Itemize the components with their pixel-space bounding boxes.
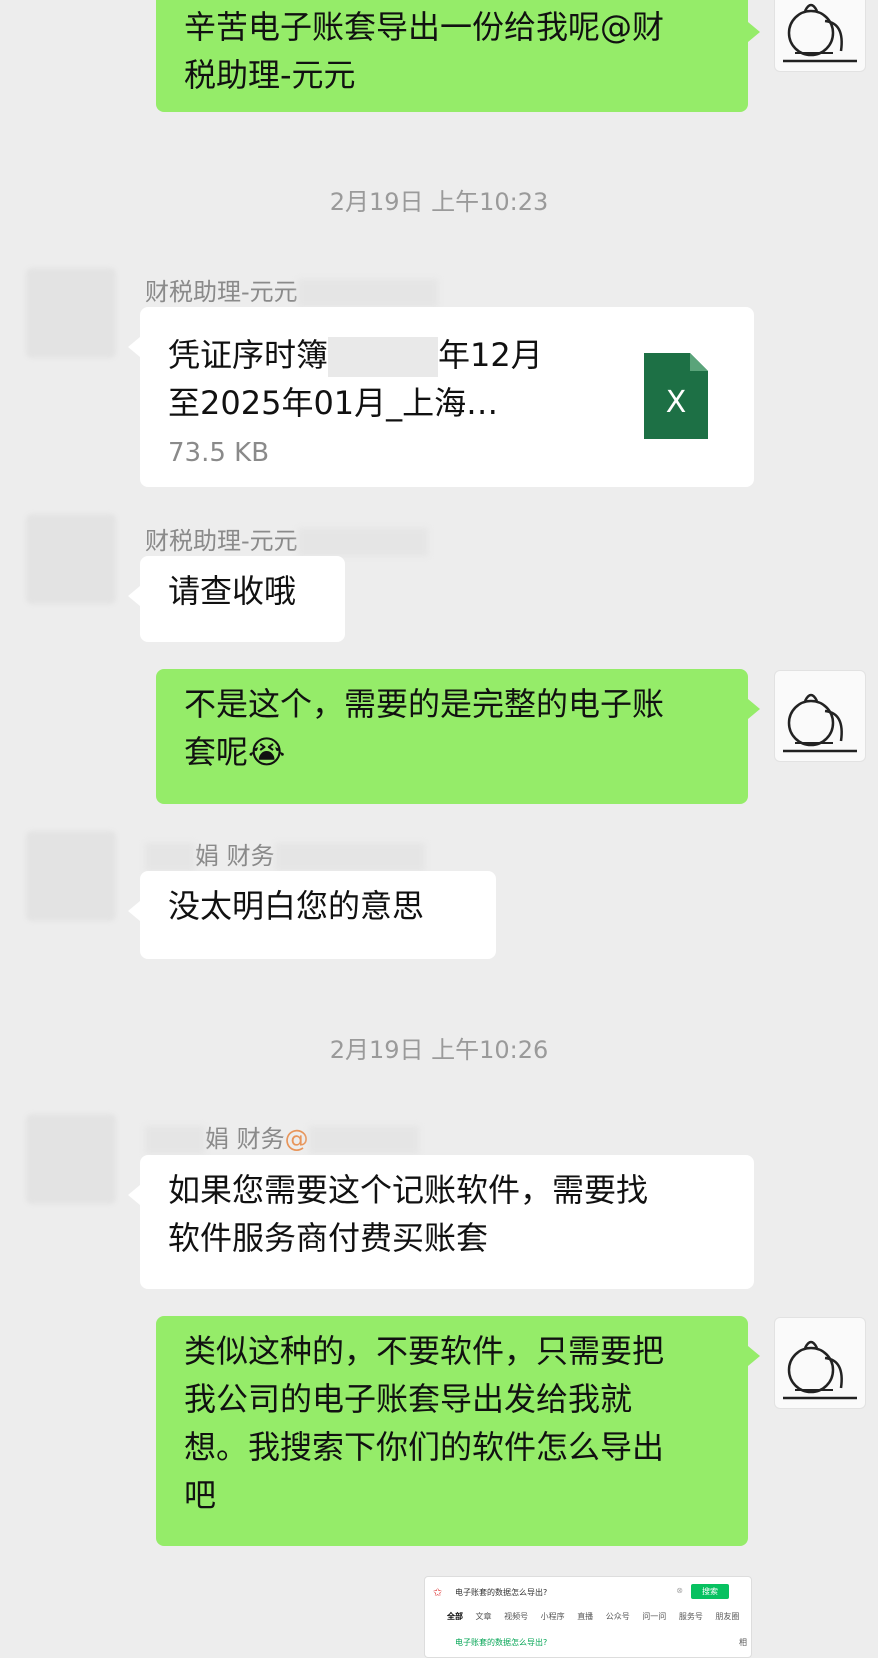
search-button: 搜索 [691,1584,729,1599]
my-avatar[interactable] [774,670,866,762]
message-text-line: 软件服务商付费买账套 [168,1214,726,1262]
tab-ask: 问一问 [642,1612,666,1621]
message-text-line: 不是这个，需要的是完整的电子账 [184,680,720,728]
message-text: 没太明白您的意思 [168,882,468,930]
search-result-title: 电子账套的数据怎么导出? [455,1637,547,1648]
clear-icon: ⊗ [676,1586,683,1595]
logo-icon: ✩ [433,1586,442,1599]
tab-official-accounts: 公众号 [606,1612,630,1621]
tab-live: 直播 [577,1612,593,1621]
sender-name: 财税助理-元元 [145,521,428,556]
message-text: 请查收哦 [168,567,317,615]
tab-all: 全部 [447,1612,463,1621]
redacted-text [328,337,438,377]
message-text-line: 如果您需要这个记账软件，需要找 [168,1166,726,1214]
sender-name: 娟 财务@ [145,1119,419,1154]
timestamp: 2月19日 上午10:26 [0,1030,878,1065]
my-avatar[interactable] [774,0,866,72]
chat-area[interactable]: 辛苦电子账套导出一份给我呢@财 税助理-元元 2月19日 上午10:23 财税助… [0,0,878,1646]
search-tabs: 全部 文章 视频号 小程序 直播 公众号 问一问 服务号 朋友圈 图片 [447,1611,752,1622]
file-name: 凭证序时簿年12月 至2025年01月_上海… [168,331,598,427]
message-text-line: 类似这种的，不要软件，只需要把 [184,1327,720,1375]
sender-name: 娟 财务 [145,836,425,871]
message-text-line: 我公司的电子账套导出发给我就 [184,1375,720,1423]
outgoing-message-bubble[interactable]: 辛苦电子账套导出一份给我呢@财 税助理-元元 [156,0,748,112]
excel-file-icon: X [644,353,708,439]
contact-avatar[interactable] [26,831,116,921]
message-text-line: 吧 [184,1471,720,1519]
search-query: 电子账套的数据怎么导出? [455,1587,547,1598]
incoming-message-bubble[interactable]: 如果您需要这个记账软件，需要找 软件服务商付费买账套 [140,1155,754,1289]
contact-avatar[interactable] [26,514,116,604]
contact-avatar[interactable] [26,1114,116,1204]
file-size: 73.5 KB [168,429,726,477]
message-text-line: 辛苦电子账套导出一份给我呢@财 [184,3,720,51]
cartoon-avatar-icon [775,0,865,71]
tab-channels: 视频号 [504,1612,528,1621]
file-message-card[interactable]: 凭证序时簿年12月 至2025年01月_上海… 73.5 KB X [140,307,754,487]
message-text-line: 套呢😭 [184,728,720,776]
contact-avatar[interactable] [26,268,116,358]
incoming-message-bubble[interactable]: 请查收哦 [140,556,345,642]
cartoon-avatar-icon [775,1318,865,1408]
my-avatar[interactable] [774,1317,866,1409]
tab-service-accounts: 服务号 [679,1612,703,1621]
message-text-line: 税助理-元元 [184,51,720,99]
crying-emoji-icon: 😭 [248,733,285,771]
tab-moments: 朋友圈 [715,1612,739,1621]
cartoon-avatar-icon [775,671,865,761]
outgoing-message-bubble[interactable]: 类似这种的，不要软件，只需要把 我公司的电子账套导出发给我就 想。我搜索下你们的… [156,1316,748,1546]
timestamp: 2月19日 上午10:23 [0,182,878,217]
tab-mini-programs: 小程序 [541,1612,565,1621]
tab-articles: 文章 [476,1612,492,1621]
incoming-message-bubble[interactable]: 没太明白您的意思 [140,871,496,959]
message-text-line: 想。我搜索下你们的软件怎么导出 [184,1423,720,1471]
excel-letter: X [666,385,687,420]
sender-name: 财税助理-元元 [145,272,438,307]
side-text: 相 [739,1637,747,1648]
outgoing-message-bubble[interactable]: 不是这个，需要的是完整的电子账 套呢😭 [156,669,748,804]
